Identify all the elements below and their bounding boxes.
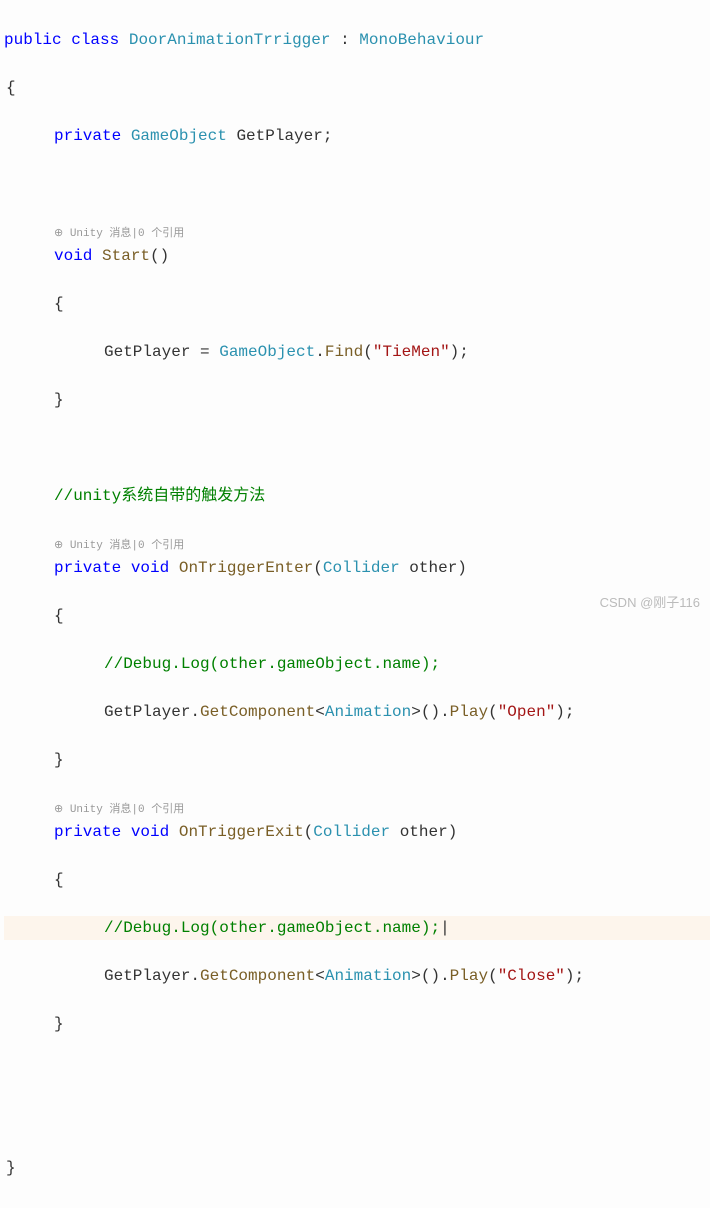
blank-line (4, 1108, 710, 1132)
blank-line (4, 1060, 710, 1084)
watermark: CSDN @刚子116 (600, 593, 700, 613)
code-line: } (4, 1012, 710, 1036)
code-line: //unity系统自带的触发方法 (4, 484, 710, 508)
code-line: private void OnTriggerExit(Collider othe… (4, 820, 710, 844)
blank-line (4, 436, 710, 460)
code-lens: ⊕ Unity 消息|0 个引用 (4, 228, 184, 240)
code-line: { (4, 292, 710, 316)
code-line: //Debug.Log(other.gameObject.name);| (4, 916, 710, 940)
code-line: //Debug.Log(other.gameObject.name); (4, 652, 710, 676)
code-line: void Start() (4, 244, 710, 268)
code-line: GetPlayer.GetComponent<Animation>().Play… (4, 964, 710, 988)
code-line: private void OnTriggerEnter(Collider oth… (4, 556, 710, 580)
code-line: } (4, 1156, 710, 1180)
cursor-icon: | (440, 919, 450, 937)
code-line: { (4, 868, 710, 892)
code-lens: ⊕ Unity 消息|0 个引用 (4, 804, 184, 816)
code-line: private GameObject GetPlayer; (4, 124, 710, 148)
code-line: GetPlayer = GameObject.Find("TieMen"); (4, 340, 710, 364)
code-line: public class DoorAnimationTrrigger : Mon… (4, 28, 710, 52)
code-line: { (4, 76, 710, 100)
code-line: GetPlayer.GetComponent<Animation>().Play… (4, 700, 710, 724)
blank-line (4, 172, 710, 196)
code-lens: ⊕ Unity 消息|0 个引用 (4, 540, 184, 552)
code-line: } (4, 748, 710, 772)
code-line: } (4, 388, 710, 412)
